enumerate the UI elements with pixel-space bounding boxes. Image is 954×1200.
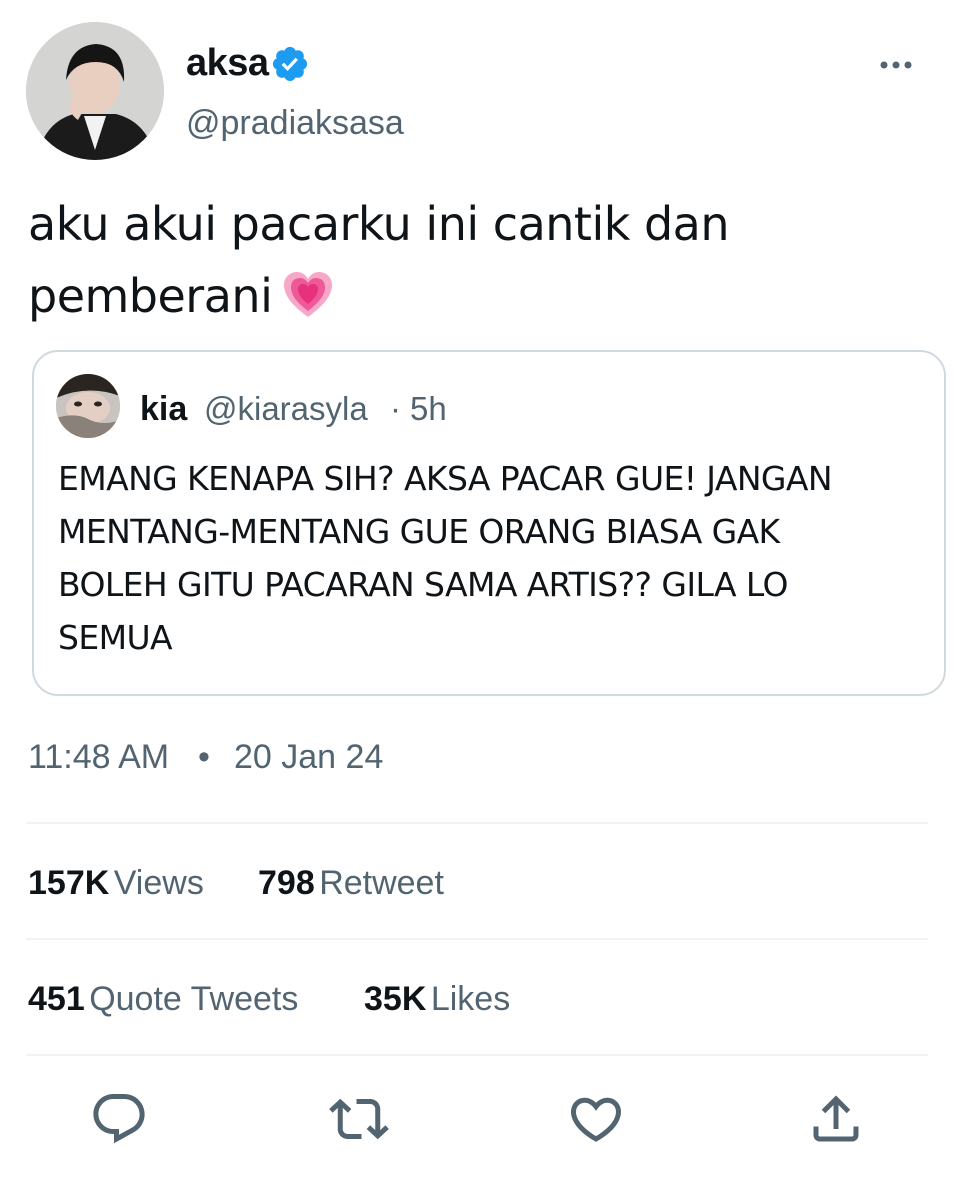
views-label: Views xyxy=(113,864,204,902)
reply-button[interactable] xyxy=(89,1089,149,1149)
quoted-tweet-text: EMANG KENAPA SIH? AKSA PACAR GUE! JANGAN… xyxy=(58,452,928,664)
verified-badge-icon xyxy=(270,44,310,84)
quoted-text-line: BOLEH GITU PACARAN SAMA ARTIS?? GILA LO xyxy=(58,565,788,604)
like-icon xyxy=(570,1097,622,1142)
share-icon xyxy=(813,1095,859,1142)
like-button[interactable] xyxy=(566,1089,626,1149)
likes-label: Likes xyxy=(430,980,511,1018)
quoted-text-line: SEMUA xyxy=(58,618,173,657)
likes-count: 35K xyxy=(364,980,427,1018)
divider xyxy=(26,938,928,940)
quote-tweets-stat[interactable]: 451 Quote Tweets xyxy=(28,978,298,1020)
tweet-text-fragment: pemberani xyxy=(28,269,273,323)
growing-heart-icon xyxy=(282,270,334,322)
quote-tweets-count: 451 xyxy=(28,980,85,1018)
views-count: 157K xyxy=(28,864,110,902)
divider xyxy=(26,822,928,824)
quoted-text-line: EMANG KENAPA SIH? AKSA PACAR GUE! JANGAN xyxy=(58,459,833,498)
author-handle[interactable]: @pradiaksasa xyxy=(186,102,404,144)
retweets-count: 798 xyxy=(258,864,315,902)
author-display-name[interactable]: aksa xyxy=(186,40,269,86)
quote-tweets-label: Quote Tweets xyxy=(89,980,299,1018)
quoted-time-ago[interactable]: 5h xyxy=(410,388,447,430)
timestamp-separator: • xyxy=(198,738,210,776)
quoted-author-avatar[interactable] xyxy=(56,374,120,438)
tweet-date[interactable]: 20 Jan 24 xyxy=(234,736,383,778)
tweet-text-line: aku akui pacarku ini cantik dan xyxy=(28,197,730,251)
reply-icon xyxy=(93,1094,145,1144)
author-avatar[interactable] xyxy=(26,22,164,160)
tweet-time[interactable]: 11:48 AM xyxy=(28,736,169,778)
quoted-separator: · xyxy=(390,390,401,427)
retweet-button[interactable] xyxy=(329,1089,389,1149)
quoted-handle[interactable]: @kiarasyla xyxy=(204,388,368,430)
quoted-text-line: MENTANG-MENTANG GUE ORANG BIASA GAK xyxy=(58,512,780,551)
views-stat[interactable]: 157K Views xyxy=(28,862,204,904)
retweets-stat[interactable]: 798 Retweet xyxy=(258,862,444,904)
retweet-icon xyxy=(329,1098,389,1140)
quoted-display-name[interactable]: kia xyxy=(140,388,187,430)
retweets-label: Retweet xyxy=(319,864,444,902)
more-options-icon[interactable] xyxy=(876,55,916,75)
likes-stat[interactable]: 35K Likes xyxy=(364,978,510,1020)
tweet-text-line: pemberani xyxy=(28,260,908,332)
tweet-text: aku akui pacarku ini cantik dan pemberan… xyxy=(28,188,908,332)
divider xyxy=(26,1054,928,1056)
share-button[interactable] xyxy=(806,1089,866,1149)
